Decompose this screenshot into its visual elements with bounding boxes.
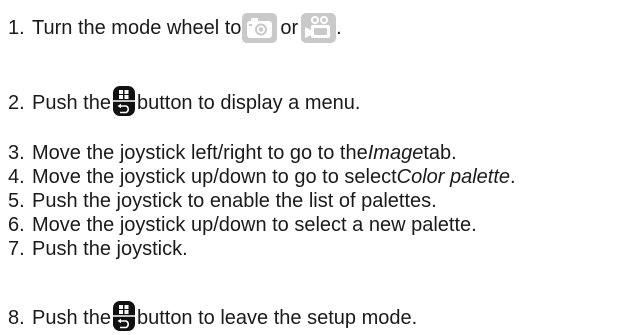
menu-back-button-icon	[112, 301, 135, 331]
step-4: 4. Move the joystick up/down to go to se…	[8, 165, 516, 189]
step-number: 2.	[8, 92, 25, 114]
step-text: Push the joystick to enable the list of …	[32, 190, 437, 212]
step-7: 7. Push the joystick.	[8, 237, 188, 261]
step-text-part: Move the joystick left/right to go to th…	[32, 142, 368, 164]
step-text-italic: Color palette	[396, 166, 511, 188]
step-text-part: .	[510, 166, 516, 188]
step-number: 3.	[8, 142, 25, 164]
step-text-part: Push the	[32, 92, 111, 114]
step-number: 6.	[8, 214, 25, 236]
video-camera-icon	[301, 13, 337, 43]
step-6: 6. Move the joystick up/down to select a…	[8, 213, 477, 237]
step-text: Push the joystick.	[32, 238, 188, 260]
step-number: 5.	[8, 190, 25, 212]
step-number: 7.	[8, 238, 25, 260]
step-text-italic: Image	[367, 142, 424, 164]
step-text-part: .	[336, 17, 342, 39]
step-text-part: tab.	[423, 142, 457, 164]
step-8: 8. Push the button to leave the setup mo…	[8, 301, 418, 333]
step-number: 8.	[8, 307, 25, 329]
step-text: Turn the mode wheel to	[32, 16, 241, 40]
camera-icon	[242, 13, 278, 43]
step-text-part: button to display a menu.	[136, 92, 361, 114]
step-text-part: Move the joystick up/down to go to selec…	[32, 166, 397, 188]
step-text-part: button to leave the setup mode.	[136, 307, 418, 329]
step-number: 1.	[8, 17, 25, 39]
step-2: 2. Push the button to display a menu.	[8, 86, 361, 118]
step-text: Move the joystick up/down to select a ne…	[32, 214, 477, 236]
step-number: 4.	[8, 166, 25, 188]
step-3: 3. Move the joystick left/right to go to…	[8, 141, 457, 165]
step-5: 5. Push the joystick to enable the list …	[8, 189, 437, 213]
step-1: 1. Turn the mode wheel to or .	[8, 13, 342, 43]
step-text-part: Push the	[32, 307, 111, 329]
menu-back-button-icon	[112, 86, 135, 116]
step-text-part: Turn the mode wheel to	[32, 17, 242, 39]
step-text-part: or	[280, 17, 299, 39]
